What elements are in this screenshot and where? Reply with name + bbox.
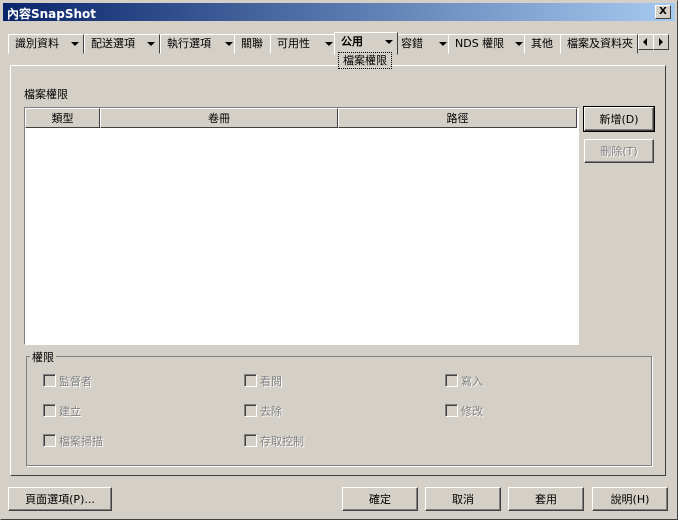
checkbox-label: 去除 bbox=[260, 405, 282, 418]
section-label: 檔案權限 bbox=[24, 88, 68, 101]
checkbox-box[interactable] bbox=[43, 374, 56, 387]
tab-label: 可用性 bbox=[277, 37, 310, 50]
column-header-volume[interactable]: 卷冊 bbox=[100, 108, 338, 128]
window-title: 內容SnapShot bbox=[7, 7, 97, 21]
add-button[interactable]: 新增(D) bbox=[583, 106, 655, 132]
chevron-down-icon[interactable] bbox=[325, 42, 333, 46]
apply-button[interactable]: 套用 bbox=[508, 487, 584, 511]
tab-distribution-options[interactable]: 配送選項 bbox=[84, 34, 160, 54]
tab-files-folders[interactable]: 檔案及資料夾 bbox=[560, 34, 638, 54]
ok-button[interactable]: 確定 bbox=[342, 487, 418, 511]
tab-availability[interactable]: 可用性 bbox=[270, 34, 338, 54]
chevron-down-icon[interactable] bbox=[147, 42, 155, 46]
tab-label: 其他 bbox=[531, 37, 553, 50]
tab-nds-rights[interactable]: NDS 權限 bbox=[448, 34, 528, 54]
rights-group-label: 權限 bbox=[30, 349, 56, 365]
checkbox-box[interactable] bbox=[244, 404, 257, 417]
tab-label: NDS 權限 bbox=[455, 37, 505, 50]
close-button[interactable]: X bbox=[655, 5, 671, 19]
delete-button[interactable]: 刪除(T) bbox=[584, 139, 654, 163]
checkbox-box[interactable] bbox=[43, 404, 56, 417]
checkbox-box[interactable] bbox=[244, 374, 257, 387]
chevron-down-icon[interactable] bbox=[385, 40, 393, 44]
checkbox-label: 修改 bbox=[461, 405, 483, 418]
checkbox-label: 建立 bbox=[59, 405, 81, 418]
file-rights-list[interactable]: 類型 卷冊 路徑 bbox=[24, 107, 579, 345]
tab-fault-tolerance[interactable]: 容錯 bbox=[394, 34, 452, 54]
tab-scroll-left-button[interactable] bbox=[638, 34, 654, 50]
checkbox-box[interactable] bbox=[445, 374, 458, 387]
checkbox-label: 看閱 bbox=[260, 375, 282, 388]
rights-group bbox=[26, 356, 652, 466]
page-options-button[interactable]: 頁面選項(P)... bbox=[8, 487, 112, 511]
tab-label: 關聯 bbox=[241, 37, 263, 50]
tab-label: 執行選項 bbox=[167, 37, 211, 50]
tab-scroll-right-button[interactable] bbox=[653, 34, 669, 50]
tab-identification[interactable]: 識別資料 bbox=[8, 34, 84, 54]
tab-label: 配送選項 bbox=[91, 37, 135, 50]
cancel-button[interactable]: 取消 bbox=[425, 487, 501, 511]
checkbox-box[interactable] bbox=[43, 434, 56, 447]
checkbox-label: 寫入 bbox=[461, 375, 483, 388]
column-header-path[interactable]: 路徑 bbox=[338, 108, 577, 128]
checkbox-label: 檔案掃描 bbox=[59, 435, 103, 448]
chevron-down-icon[interactable] bbox=[515, 42, 523, 46]
tab-strip: 識別資料 配送選項 執行選項 關聯 可用性 公用 容錯 NDS 權限 其他 檔案… bbox=[8, 32, 638, 55]
tab-other[interactable]: 其他 bbox=[524, 34, 562, 54]
tab-label: 識別資料 bbox=[15, 37, 59, 50]
tab-run-options[interactable]: 執行選項 bbox=[160, 34, 238, 54]
title-bar[interactable]: 內容SnapShot X bbox=[3, 3, 675, 21]
checkbox-label: 監督者 bbox=[59, 375, 92, 388]
arrow-left-icon bbox=[643, 38, 647, 46]
checkbox-box[interactable] bbox=[244, 434, 257, 447]
chevron-down-icon[interactable] bbox=[439, 42, 447, 46]
column-header-type[interactable]: 類型 bbox=[25, 108, 100, 128]
chevron-down-icon[interactable] bbox=[71, 42, 79, 46]
arrow-right-icon bbox=[659, 38, 663, 46]
checkbox-box[interactable] bbox=[445, 404, 458, 417]
tab-label: 公用 bbox=[341, 35, 363, 48]
subtab-file-rights[interactable]: 檔案權限 bbox=[338, 52, 392, 69]
checkbox-label: 存取控制 bbox=[260, 435, 304, 448]
help-button[interactable]: 說明(H) bbox=[592, 487, 668, 511]
tab-associations[interactable]: 關聯 bbox=[234, 34, 272, 54]
chevron-down-icon[interactable] bbox=[225, 42, 233, 46]
tab-label: 檔案及資料夾 bbox=[567, 37, 633, 50]
tab-label: 容錯 bbox=[401, 37, 423, 50]
